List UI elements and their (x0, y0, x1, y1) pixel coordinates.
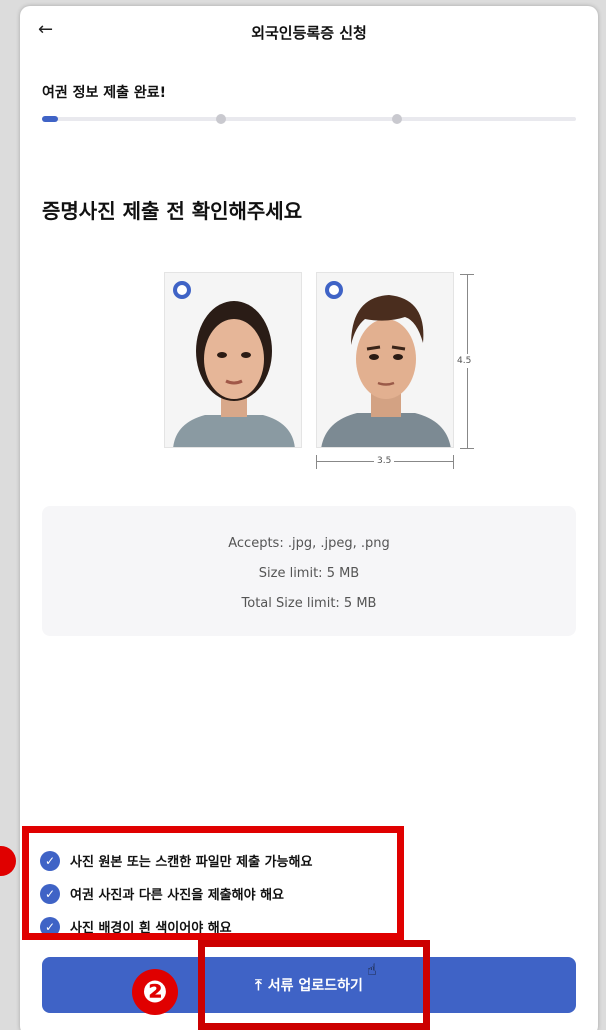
selected-radio-icon (173, 281, 191, 299)
total-size-limit-text: Total Size limit: 5 MB (241, 596, 377, 611)
dimension-tick (316, 455, 317, 469)
portrait-woman-image (165, 273, 301, 447)
upload-dropzone[interactable]: Accepts: .jpg, .jpeg, .png Size limit: 5… (42, 506, 576, 636)
highlight-box-checklist (22, 826, 404, 940)
section-heading: 증명사진 제출 전 확인해주세요 (42, 199, 303, 223)
height-label: 4.5 (457, 354, 472, 368)
dimension-tick (460, 274, 474, 275)
highlight-box-upload-button (198, 940, 430, 1030)
annotation-marker-1 (0, 846, 16, 876)
annotation-marker-2: ❷ (132, 969, 178, 1015)
example-photo-man (316, 272, 454, 448)
dimension-tick (460, 448, 474, 449)
width-label: 3.5 (374, 456, 395, 466)
selected-radio-icon (325, 281, 343, 299)
page-title: 외국인등록증 신청 (251, 24, 367, 42)
portrait-man-image (317, 273, 453, 447)
header: ← 외국인등록증 신청 (20, 6, 598, 58)
accepts-text: Accepts: .jpg, .jpeg, .png (228, 536, 390, 551)
size-limit-text: Size limit: 5 MB (258, 566, 360, 581)
example-photo-woman (164, 272, 302, 448)
dimension-tick (453, 455, 454, 469)
progress-fill (42, 116, 58, 122)
progress-label: 여권 정보 제출 완료! (42, 85, 167, 101)
progress-track (42, 117, 576, 121)
progress-step-2 (216, 114, 226, 124)
hand-cursor-icon: ☝ (367, 960, 377, 979)
progress-step-3 (392, 114, 402, 124)
